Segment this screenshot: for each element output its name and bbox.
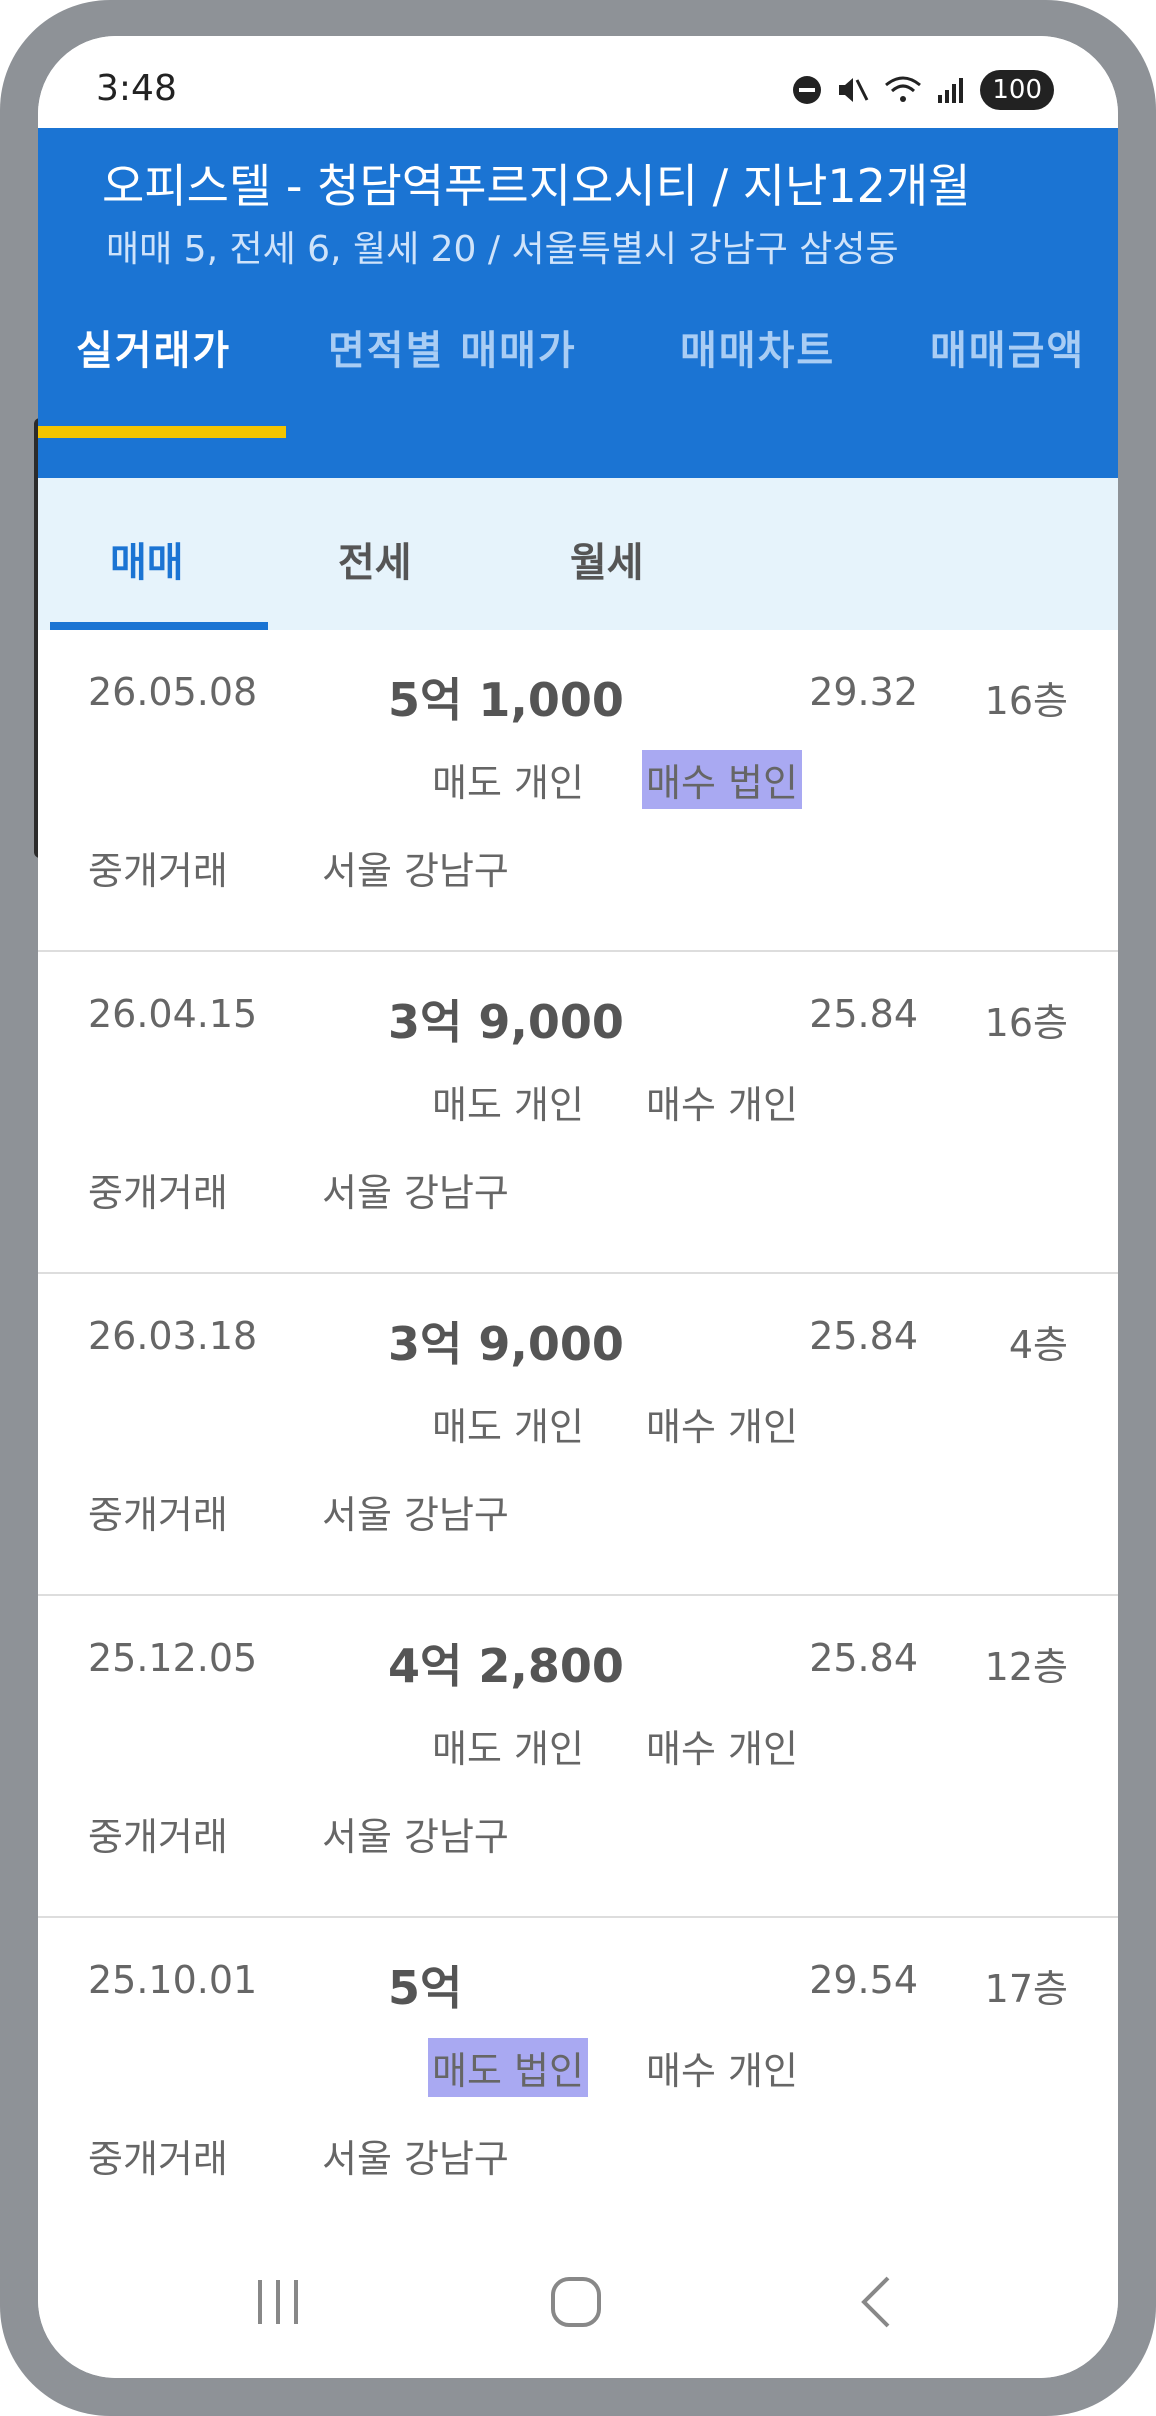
transaction-date: 25.10.01 [88, 1958, 258, 2002]
transaction-area: 29.54 [809, 1958, 918, 2002]
tab-sale-amount[interactable]: 매매금액 [930, 318, 1085, 376]
status-bar: 3:48 100 [38, 36, 1118, 128]
system-nav-bar [38, 2236, 1118, 2378]
transaction-price: 5억 [388, 1961, 463, 2015]
battery-indicator: 100 [980, 70, 1054, 110]
transaction-date: 26.04.15 [88, 992, 258, 1036]
seller-type: 매도 개인 [432, 1405, 584, 1449]
sub-tabs: 매매 전세 월세 [38, 478, 1118, 630]
transaction-price: 3억 9,000 [388, 1317, 624, 1371]
transaction-date: 26.03.18 [88, 1314, 258, 1358]
seller-type: 매도 개인 [432, 1727, 584, 1771]
recent-apps-icon[interactable] [248, 2272, 308, 2332]
seller-type: 매도 개인 [432, 761, 584, 805]
transaction-area: 29.32 [809, 670, 918, 714]
subtab-active-indicator [50, 622, 268, 630]
seller-type: 매도 개인 [432, 1083, 584, 1127]
status-time: 3:48 [96, 68, 177, 109]
transaction-date: 26.05.08 [88, 670, 258, 714]
do-not-disturb-icon [793, 76, 822, 104]
transaction-price: 3억 9,000 [388, 995, 624, 1049]
tab-sale-chart[interactable]: 매매차트 [680, 318, 835, 376]
transaction-date: 25.12.05 [88, 1636, 258, 1680]
transaction-price: 4억 2,800 [388, 1639, 624, 1693]
subtab-monthly-rent[interactable]: 월세 [570, 530, 644, 588]
app-header: 오피스텔 - 청담역푸르지오시티 / 지난12개월 매매 5, 전세 6, 월세… [38, 128, 1118, 478]
tab-price-by-area[interactable]: 면적별 매매가 [328, 318, 577, 376]
deal-type: 중개거래 [88, 1171, 228, 1215]
transaction-region: 서울 강남구 [322, 1171, 509, 1215]
buyer-type: 매수 개인 [646, 2049, 798, 2093]
transaction-row[interactable]: 25.12.05 4억 2,800 25.84 12층 매도 개인 매수 개인 … [38, 1596, 1118, 1918]
deal-type: 중개거래 [88, 2137, 228, 2181]
mute-icon [839, 78, 869, 102]
page-title: 오피스텔 - 청담역푸르지오시티 / 지난12개월 [102, 159, 971, 213]
transaction-area: 25.84 [809, 1314, 918, 1358]
seller-type: 매도 법인 [428, 2038, 588, 2097]
transaction-floor: 17층 [984, 1967, 1068, 2011]
transaction-region: 서울 강남구 [322, 1815, 509, 1859]
deal-type: 중개거래 [88, 1493, 228, 1537]
tab-active-indicator [38, 426, 286, 438]
transaction-floor: 4층 [1008, 1323, 1068, 1367]
buyer-type: 매수 개인 [646, 1083, 798, 1127]
home-icon[interactable] [546, 2272, 606, 2332]
screen: 3:48 100 오피스텔 - 청담역푸르지오시티 / 지난12개월 매매 5,… [38, 36, 1118, 2378]
subtab-sale[interactable]: 매매 [110, 530, 184, 588]
transaction-area: 25.84 [809, 992, 918, 1036]
buyer-type: 매수 법인 [642, 750, 802, 809]
wifi-icon [885, 76, 922, 102]
transaction-region: 서울 강남구 [322, 849, 509, 893]
transaction-floor: 16층 [984, 1001, 1068, 1045]
transaction-region: 서울 강남구 [322, 1493, 509, 1537]
transaction-area: 25.84 [809, 1636, 918, 1680]
back-icon[interactable] [848, 2272, 908, 2332]
transaction-list: 26.05.08 5억 1,000 29.32 16층 매도 개인 매수 법인 … [38, 630, 1118, 2240]
main-tabs: 실거래가 면적별 매매가 매매차트 매매금액 [38, 318, 1118, 408]
page-subtitle: 매매 5, 전세 6, 월세 20 / 서울특별시 강남구 삼성동 [106, 229, 899, 270]
deal-type: 중개거래 [88, 849, 228, 893]
transaction-row[interactable]: 26.04.15 3억 9,000 25.84 16층 매도 개인 매수 개인 … [38, 952, 1118, 1274]
deal-type: 중개거래 [88, 1815, 228, 1859]
transaction-row[interactable]: 26.03.18 3억 9,000 25.84 4층 매도 개인 매수 개인 중… [38, 1274, 1118, 1596]
transaction-floor: 16층 [984, 679, 1068, 723]
subtab-jeonse[interactable]: 전세 [338, 530, 412, 588]
tab-real-price[interactable]: 실거래가 [76, 318, 231, 376]
transaction-region: 서울 강남구 [322, 2137, 509, 2181]
transaction-row[interactable]: 26.05.08 5억 1,000 29.32 16층 매도 개인 매수 법인 … [38, 630, 1118, 952]
buyer-type: 매수 개인 [646, 1405, 798, 1449]
status-icons: 100 [792, 70, 1054, 110]
buyer-type: 매수 개인 [646, 1727, 798, 1771]
transaction-floor: 12층 [984, 1645, 1068, 1689]
transaction-price: 5억 1,000 [388, 673, 624, 727]
signal-icon [938, 78, 964, 103]
transaction-row[interactable]: 25.10.01 5억 29.54 17층 매도 법인 매수 개인 중개거래 서… [38, 1918, 1118, 2240]
